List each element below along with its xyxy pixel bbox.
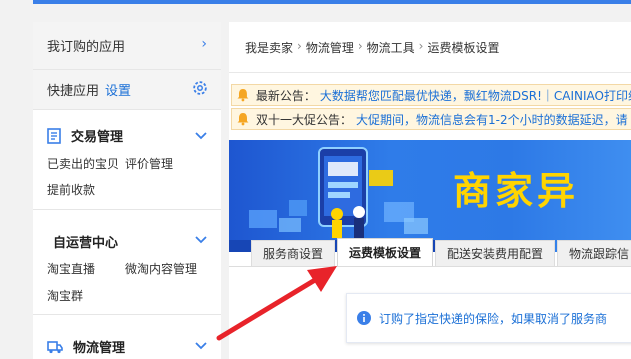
breadcrumb-separator: › bbox=[297, 39, 302, 53]
breadcrumb: 我是卖家 › 物流管理 › 物流工具 › 运费模板设置 bbox=[245, 39, 500, 56]
notice-label: 双十一大促公告： bbox=[256, 112, 353, 127]
link-sold-items[interactable]: 已卖出的宝贝 bbox=[47, 155, 119, 172]
divider bbox=[229, 72, 631, 73]
document-icon bbox=[47, 127, 61, 144]
banner-title: 商家异 bbox=[453, 169, 580, 213]
link-review-management[interactable]: 评价管理 bbox=[125, 155, 173, 172]
breadcrumb-separator: › bbox=[418, 39, 424, 53]
chevron-down-icon[interactable] bbox=[195, 132, 207, 140]
breadcrumb-separator: › bbox=[357, 39, 363, 53]
chevron-down-icon[interactable] bbox=[195, 236, 207, 244]
promo-banner[interactable]: 商家异 bbox=[229, 140, 631, 252]
annotation-arrow bbox=[216, 266, 337, 341]
quick-apps-label: 快捷应用 bbox=[47, 84, 100, 99]
divider bbox=[33, 314, 221, 315]
group-logistics-management[interactable]: 物流管理 bbox=[47, 337, 125, 356]
tab-logistics-tracking[interactable]: 物流跟踪信 bbox=[557, 240, 631, 266]
sidebar-subscribed-apps[interactable]: 我订购的应用 › bbox=[33, 22, 221, 70]
sidebar-quick-apps: 快捷应用 设置 bbox=[33, 70, 221, 110]
link-weitao-content[interactable]: 微淘内容管理 bbox=[125, 260, 197, 277]
truck-icon bbox=[47, 340, 63, 353]
info-icon bbox=[357, 311, 371, 325]
group-title: 自运营中心 bbox=[53, 236, 119, 251]
subscribed-apps-label: 我订购的应用 bbox=[47, 40, 126, 55]
group-self-operation-center[interactable]: 自运营中心 bbox=[53, 232, 118, 251]
divider bbox=[33, 209, 221, 210]
link-taobao-live[interactable]: 淘宝直播 bbox=[47, 260, 95, 277]
bell-icon bbox=[237, 89, 249, 102]
group-title: 物流管理 bbox=[73, 341, 126, 356]
banner-illustration bbox=[229, 147, 449, 252]
tab-freight-template[interactable]: 运费模板设置 bbox=[337, 238, 434, 266]
info-message: 订购了指定快递的保险，如果取消了服务商 bbox=[346, 293, 631, 343]
group-title: 交易管理 bbox=[71, 130, 124, 145]
sidebar: 我订购的应用 › 快捷应用 设置 交易管理 已卖出的宝贝 评价管理 提前收款 自… bbox=[33, 22, 221, 359]
tab-delivery-install-fee[interactable]: 配送安装费用配置 bbox=[435, 240, 556, 266]
chevron-down-icon[interactable] bbox=[195, 342, 207, 350]
notice-double-eleven: 双十一大促公告： 大促期间，物流信息会有1-2个小时的数据延迟，请 bbox=[231, 108, 631, 130]
notice-link[interactable]: 大促期间，物流信息会有1-2个小时的数据延迟，请 bbox=[356, 111, 628, 128]
notice-label: 最新公告： bbox=[255, 88, 316, 103]
chevron-right-icon: › bbox=[201, 36, 207, 52]
bell-icon bbox=[237, 113, 249, 126]
notice-latest: 最新公告： 大数据帮您匹配最优快递，飘红物流DSR!｜CAINIAO打印组 bbox=[231, 84, 631, 106]
info-message-text: 订购了指定快递的保险，如果取消了服务商 bbox=[379, 311, 608, 326]
breadcrumb-freight-template: 运费模板设置 bbox=[427, 41, 500, 55]
breadcrumb-seller[interactable]: 我是卖家 bbox=[245, 39, 293, 56]
breadcrumb-logistics[interactable]: 物流管理 bbox=[306, 39, 354, 56]
quick-apps-setting-link[interactable]: 设置 bbox=[105, 80, 131, 99]
group-trade-management[interactable]: 交易管理 bbox=[47, 126, 123, 145]
notice-link[interactable]: 大数据帮您匹配最优快递，飘红物流DSR!｜CAINIAO打印组 bbox=[320, 87, 631, 104]
breadcrumb-logistics-tools[interactable]: 物流工具 bbox=[367, 39, 415, 56]
gear-icon[interactable] bbox=[191, 79, 209, 97]
link-taobao-group[interactable]: 淘宝群 bbox=[47, 287, 83, 304]
link-early-payment[interactable]: 提前收款 bbox=[47, 181, 95, 198]
top-accent-bar bbox=[33, 0, 631, 4]
